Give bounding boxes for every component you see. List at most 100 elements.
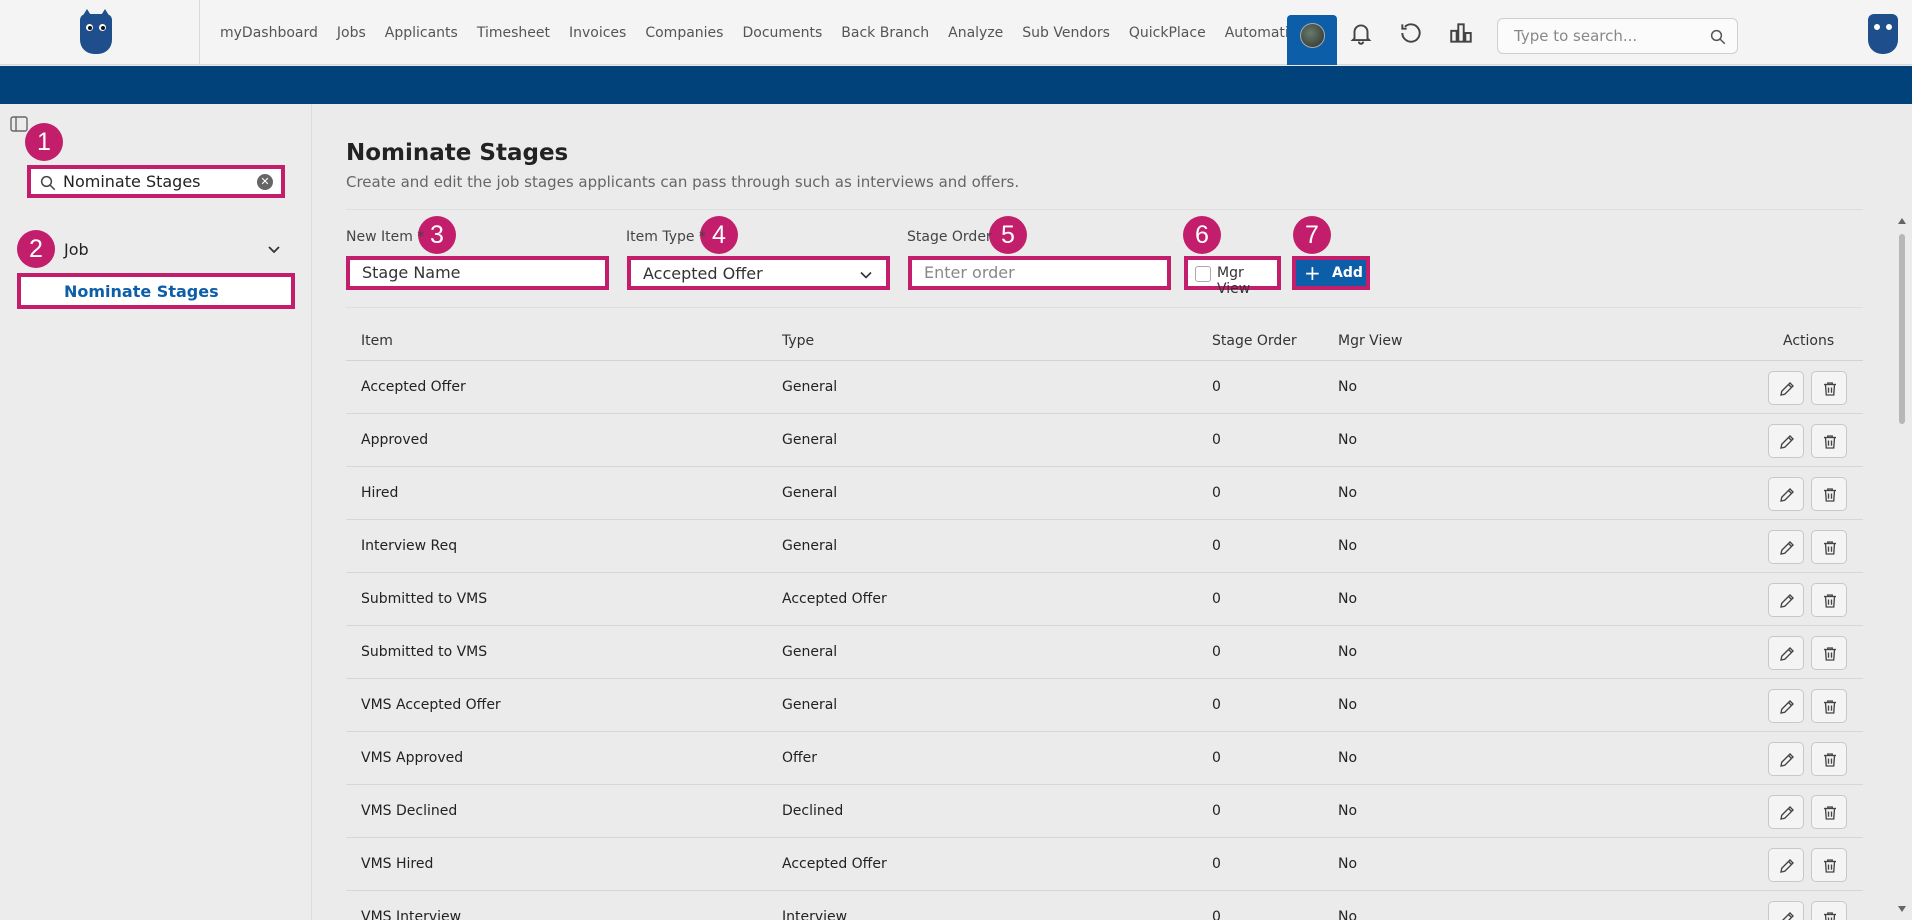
cell-mgr-view: No [1338,432,1358,448]
trash-icon[interactable] [1811,848,1847,882]
col-mgr-view[interactable]: Mgr View [1338,333,1402,349]
item-type-label: Item Type * [626,229,706,245]
clear-icon[interactable]: ✕ [257,174,273,190]
trash-icon[interactable] [1811,371,1847,405]
edit-icon[interactable] [1768,901,1804,920]
col-stage-order[interactable]: Stage Order [1212,333,1297,349]
cell-stage-order: 0 [1212,538,1221,554]
cell-stage-order: 0 [1212,909,1221,920]
mgr-view-label: Mgr View [1217,265,1251,297]
add-button[interactable]: + Add [1292,256,1370,290]
cell-mgr-view: No [1338,750,1358,766]
nav-analyze[interactable]: Analyze [948,25,1003,41]
new-item-label: New Item * [346,229,425,245]
step-badge-2: 2 [17,230,55,268]
global-search-input[interactable] [1514,27,1704,45]
divider [346,307,1863,308]
nav-invoices[interactable]: Invoices [569,25,626,41]
trash-icon[interactable] [1811,742,1847,776]
cell-type: Offer [782,750,818,766]
nav-timesheet[interactable]: Timesheet [477,25,550,41]
stage-order-input[interactable] [924,263,1144,282]
nav-companies[interactable]: Companies [645,25,723,41]
edit-icon[interactable] [1768,742,1804,776]
owl-logo-icon[interactable] [80,9,112,54]
chevron-down-icon[interactable] [266,241,282,261]
checkbox-box[interactable] [1195,266,1211,282]
edit-icon[interactable] [1768,530,1804,564]
banner-strip [0,66,1912,104]
item-type-select[interactable]: Accepted Offer [627,256,890,290]
nav-sub-vendors[interactable]: Sub Vendors [1022,25,1110,41]
page-subtitle: Create and edit the job stages applicant… [346,173,1020,191]
cell-type: General [782,538,838,554]
edit-icon[interactable] [1768,371,1804,405]
nav-mydashboard[interactable]: myDashboard [220,25,318,41]
edit-icon[interactable] [1768,689,1804,723]
trash-icon[interactable] [1811,530,1847,564]
cell-stage-order: 0 [1212,697,1221,713]
bell-icon[interactable] [1348,20,1374,46]
nav-documents[interactable]: Documents [742,25,822,41]
cell-type: Declined [782,803,844,819]
nav-applicants[interactable]: Applicants [385,25,458,41]
table-header: Item Type Stage Order Mgr View Actions [346,325,1863,361]
history-icon[interactable] [1398,20,1424,46]
cell-mgr-view: No [1338,909,1358,920]
trash-icon[interactable] [1811,424,1847,458]
cell-stage-order: 0 [1212,856,1221,872]
nav-jobs[interactable]: Jobs [337,25,366,41]
sidebar-item-label: Nominate Stages [64,282,219,301]
col-item[interactable]: Item [361,333,393,349]
cell-mgr-view: No [1338,379,1358,395]
top-navbar: myDashboard Jobs Applicants Timesheet In… [0,0,1912,65]
nav-quickplace[interactable]: QuickPlace [1129,25,1206,41]
search-icon[interactable] [1709,28,1727,50]
edit-icon[interactable] [1768,583,1804,617]
scroll-down-icon[interactable] [1898,906,1906,912]
edit-icon[interactable] [1768,477,1804,511]
cell-item: VMS Hired [361,856,434,872]
cell-type: General [782,432,838,448]
sidebar-group-job[interactable]: Job [64,240,89,259]
scroll-up-icon[interactable] [1898,218,1906,224]
sidebar-toggle-icon[interactable] [10,116,28,136]
cell-mgr-view: No [1338,538,1358,554]
trash-icon[interactable] [1811,477,1847,511]
chevron-down-icon [858,267,874,287]
stage-order-field[interactable] [908,256,1171,290]
nav-back-branch[interactable]: Back Branch [841,25,929,41]
owl-assistant-icon[interactable] [1868,14,1898,54]
bar-chart-icon[interactable] [1448,20,1474,46]
global-search[interactable] [1497,18,1738,54]
sidebar-search-input[interactable] [63,172,243,191]
edit-icon[interactable] [1768,795,1804,829]
trash-icon[interactable] [1811,583,1847,617]
cell-stage-order: 0 [1212,750,1221,766]
trash-icon[interactable] [1811,795,1847,829]
table-row: VMS Hired Accepted Offer 0 No [346,838,1863,891]
trash-icon[interactable] [1811,636,1847,670]
new-item-input[interactable] [362,263,582,282]
sidebar-item-nominate-stages[interactable]: Nominate Stages [17,273,295,309]
search-icon [39,174,57,196]
table-row: Interview Req General 0 No [346,520,1863,573]
table-row: Approved General 0 No [346,414,1863,467]
edit-icon[interactable] [1768,636,1804,670]
scrollbar-thumb[interactable] [1899,234,1905,424]
mgr-view-checkbox[interactable]: Mgr View [1184,256,1281,297]
cell-item: Submitted to VMS [361,644,488,660]
trash-icon[interactable] [1811,689,1847,723]
trash-icon[interactable] [1811,901,1847,920]
new-item-field[interactable] [346,256,609,290]
col-type[interactable]: Type [782,333,814,349]
table-row: VMS Declined Declined 0 No [346,785,1863,838]
edit-icon[interactable] [1768,848,1804,882]
main-nav: myDashboard Jobs Applicants Timesheet In… [220,0,1325,65]
sidebar-search[interactable]: ✕ [27,165,285,198]
cell-stage-order: 0 [1212,432,1221,448]
table-row: Submitted to VMS General 0 No [346,626,1863,679]
user-avatar-tab[interactable] [1287,15,1337,65]
cell-type: General [782,485,838,501]
edit-icon[interactable] [1768,424,1804,458]
